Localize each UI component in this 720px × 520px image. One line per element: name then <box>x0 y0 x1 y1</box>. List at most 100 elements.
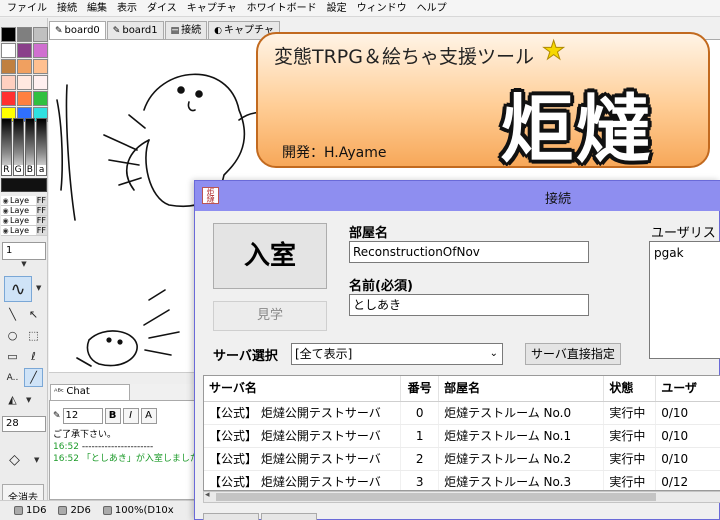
col-room-name[interactable]: 部屋名 <box>439 376 605 401</box>
color-swatch[interactable] <box>17 75 32 90</box>
color-swatch[interactable] <box>33 75 48 90</box>
user-list-item[interactable]: pgak <box>654 246 720 260</box>
tab-connect[interactable]: ▤ 接続 <box>164 21 208 39</box>
color-swatch[interactable] <box>1 43 16 58</box>
menu-connect[interactable]: 接続 <box>52 0 82 17</box>
col-number[interactable]: 番号 <box>401 376 440 401</box>
select-cursor-icon[interactable]: ↖ <box>24 305 43 324</box>
pen-tool-icon[interactable]: ∿ <box>4 276 32 302</box>
color-swatch[interactable] <box>17 27 32 42</box>
cell-status: 実行中 <box>604 448 657 470</box>
pen-number-select[interactable]: 1 <box>2 242 46 260</box>
layer-name: Laye <box>10 226 30 235</box>
menu-edit[interactable]: 編集 <box>82 0 112 17</box>
text-tool-icon[interactable]: A.. <box>3 368 22 387</box>
bottom-tab[interactable] <box>261 513 317 520</box>
chevron-left-icon[interactable]: ◂ <box>205 490 210 500</box>
table-row[interactable]: 【公式】 炬燵公開テストサーバ 1 炬燵テストルーム No.1 実行中 0/10 <box>204 425 720 448</box>
room-name-input[interactable]: ReconstructionOfNov <box>349 241 589 263</box>
menu-file[interactable]: ファイル <box>2 0 52 17</box>
table-row[interactable]: 【公式】 炬燵公開テストサーバ 0 炬燵テストルーム No.0 実行中 0/10 <box>204 402 720 425</box>
italic-button[interactable]: I <box>122 408 139 424</box>
table-row[interactable]: 【公式】 炬燵公開テストサーバ 3 炬燵テストルーム No.3 実行中 0/12 <box>204 471 720 490</box>
board-tabs: ✎ board0 ✎ board1 ▤ 接続 ◐ キャプチャ <box>49 21 281 39</box>
menu-whiteboard[interactable]: ホワイトボード <box>242 0 322 17</box>
chevron-down-icon[interactable]: ▼ <box>36 284 41 292</box>
layer-name: Laye <box>10 196 30 205</box>
server-filter-select[interactable]: [全て表示] ⌄ <box>291 343 503 365</box>
user-list[interactable]: pgak <box>649 241 720 359</box>
chevron-down-icon[interactable]: ▼ <box>26 396 31 404</box>
tab-board1[interactable]: ✎ board1 <box>106 21 164 39</box>
pen-size-select[interactable]: 28 <box>2 416 46 432</box>
alpha-slider[interactable]: a <box>36 118 47 176</box>
layer-row[interactable]: ◉ Laye FF <box>1 216 47 226</box>
lasso-tool-icon[interactable]: ℓ <box>24 347 43 366</box>
menu-settings[interactable]: 設定 <box>322 0 352 17</box>
table-row[interactable]: 【公式】 炬燵公開テストサーバ 2 炬燵テストルーム No.2 実行中 0/10 <box>204 448 720 471</box>
bottom-tab[interactable] <box>203 513 259 520</box>
chat-tab[interactable]: ᴬᴮᶜ Chat <box>50 384 130 400</box>
green-slider[interactable]: G <box>12 118 24 176</box>
chevron-down-icon[interactable]: ▼ <box>2 260 46 270</box>
current-color[interactable] <box>1 178 47 192</box>
color-swatch[interactable] <box>33 27 48 42</box>
color-text-button[interactable]: A <box>140 408 157 424</box>
eye-icon[interactable]: ◉ <box>1 196 10 205</box>
blue-slider[interactable]: B <box>24 118 36 176</box>
eye-icon[interactable]: ◉ <box>1 216 10 225</box>
scrollbar-thumb[interactable] <box>216 493 656 501</box>
menu-window[interactable]: ウィンドウ <box>352 0 412 17</box>
line-tool-icon[interactable]: ╲ <box>3 305 22 324</box>
color-swatch[interactable] <box>33 91 48 106</box>
eye-icon[interactable]: ◉ <box>1 206 10 215</box>
color-swatch[interactable] <box>1 91 16 106</box>
direct-connect-button[interactable]: サーバ直接指定 <box>525 343 621 365</box>
bold-button[interactable]: B <box>104 408 121 424</box>
fill-bucket-icon[interactable]: ◭ <box>3 390 22 409</box>
dialog-titlebar[interactable]: 炬燵 接続 <box>195 181 720 211</box>
col-users[interactable]: ユーザ <box>656 376 720 401</box>
color-swatch[interactable] <box>1 59 16 74</box>
eye-icon[interactable]: ◉ <box>1 226 10 235</box>
menu-dice[interactable]: ダイス <box>142 0 182 17</box>
user-name-input[interactable]: としあき <box>349 294 589 316</box>
dice-icon <box>102 506 112 515</box>
col-status[interactable]: 状態 <box>604 376 657 401</box>
enter-room-button[interactable]: 入室 <box>213 223 327 289</box>
menu-capture[interactable]: キャプチャ <box>182 0 242 17</box>
color-swatch[interactable] <box>1 75 16 90</box>
chevron-down-icon: ⌄ <box>489 348 498 359</box>
color-swatch[interactable] <box>17 59 32 74</box>
color-swatch[interactable] <box>33 43 48 58</box>
layer-row[interactable]: ◉ Laye FF <box>1 206 47 216</box>
zoom-dice[interactable]: 100%(D10x <box>102 505 174 516</box>
spectate-button[interactable]: 見学 <box>213 301 327 331</box>
menu-help[interactable]: ヘルプ <box>412 0 452 17</box>
color-swatch[interactable] <box>33 59 48 74</box>
rectangle-tool-icon[interactable]: ▭ <box>3 347 22 366</box>
dice-2d6[interactable]: 2D6 <box>58 505 91 516</box>
menu-view[interactable]: 表示 <box>112 0 142 17</box>
dice-1d6[interactable]: 1D6 <box>14 505 46 516</box>
eraser-icon[interactable]: ◇ <box>5 450 24 469</box>
col-server-name[interactable]: サーバ名 <box>204 376 402 401</box>
cell-status: 実行中 <box>604 425 657 447</box>
layer-row[interactable]: ◉ Laye FF <box>1 226 47 236</box>
chat-panel: ✎ 12 B I A ご了承下さい。 16:52 ---------------… <box>49 400 199 500</box>
color-swatch[interactable] <box>1 27 16 42</box>
brush-tool-icon[interactable]: ╱ <box>24 368 43 387</box>
tab-board0[interactable]: ✎ board0 <box>49 21 106 39</box>
rect-select-icon[interactable]: ⬚ <box>24 326 43 345</box>
table-scrollbar[interactable]: ◂ <box>203 490 720 503</box>
blue-slider-label: B <box>25 165 35 175</box>
color-swatch[interactable] <box>17 43 32 58</box>
font-size-select[interactable]: 12 <box>62 408 103 424</box>
layer-list: ◉ Laye FF ◉ Laye FF ◉ Laye FF ◉ Laye FF <box>1 196 47 236</box>
canvas-scrollbar[interactable] <box>49 372 199 384</box>
layer-row[interactable]: ◉ Laye FF <box>1 196 47 206</box>
ellipse-tool-icon[interactable]: ○ <box>3 326 22 345</box>
red-slider[interactable]: R <box>1 118 12 176</box>
color-swatch[interactable] <box>17 91 32 106</box>
chevron-down-icon[interactable]: ▼ <box>34 456 39 464</box>
